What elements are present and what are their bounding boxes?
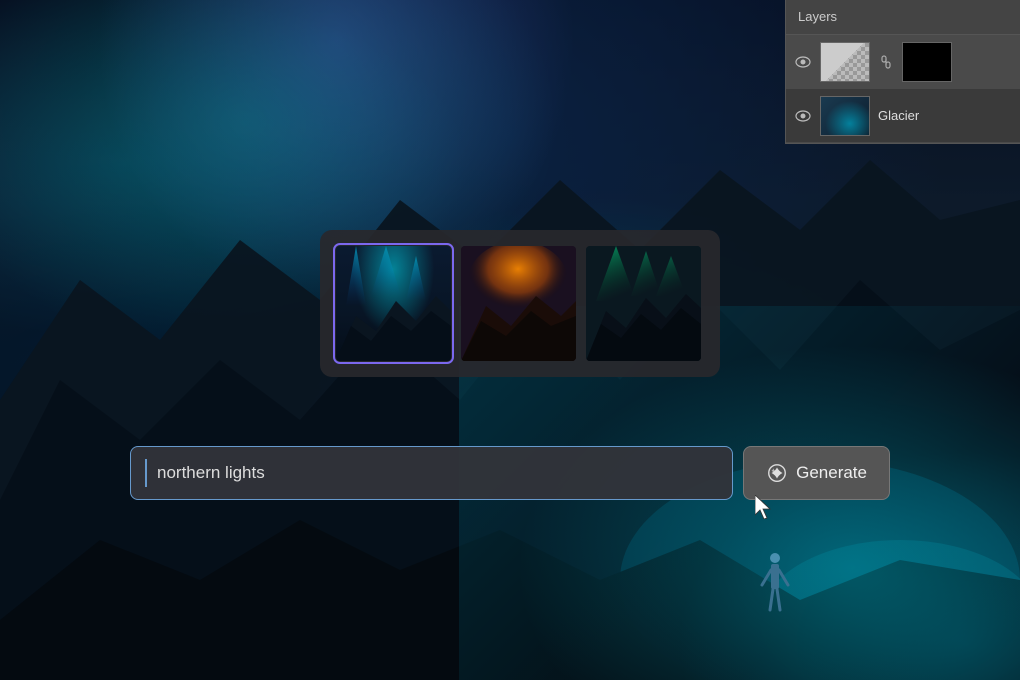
prompt-input-wrapper [130, 446, 733, 500]
result-image-3-graphic [586, 246, 701, 361]
layers-panel-title: Layers [798, 9, 837, 24]
results-panel [320, 230, 720, 377]
layer-name-2: Glacier [878, 108, 1012, 123]
layer-mask-thumbnail-1 [902, 42, 952, 82]
layer-row-2[interactable]: Glacier [786, 89, 1020, 143]
layer-chain-icon-1 [878, 54, 894, 70]
result-image-1-graphic [336, 246, 451, 361]
generate-label: Generate [796, 463, 867, 483]
result-image-2-graphic [461, 246, 576, 361]
result-image-1[interactable] [336, 246, 451, 361]
generate-button[interactable]: Generate [743, 446, 890, 500]
result-image-2[interactable] [461, 246, 576, 361]
layer-visibility-toggle-2[interactable] [794, 109, 812, 123]
results-grid [336, 246, 704, 361]
result-image-3[interactable] [586, 246, 701, 361]
layers-panel-header: Layers [786, 0, 1020, 35]
layer-thumbnail-1 [820, 42, 870, 82]
prompt-input[interactable] [157, 463, 718, 483]
prompt-divider [145, 459, 147, 487]
eye-icon-2 [795, 110, 811, 122]
prompt-bar: Generate [130, 446, 890, 500]
layer-row-1[interactable] [786, 35, 1020, 89]
generate-sparkle-icon [766, 462, 788, 484]
chain-icon [879, 55, 893, 69]
layer-visibility-toggle-1[interactable] [794, 55, 812, 69]
eye-icon-1 [795, 56, 811, 68]
layers-panel: Layers Glacier [785, 0, 1020, 144]
layer-thumbnail-2 [820, 96, 870, 136]
